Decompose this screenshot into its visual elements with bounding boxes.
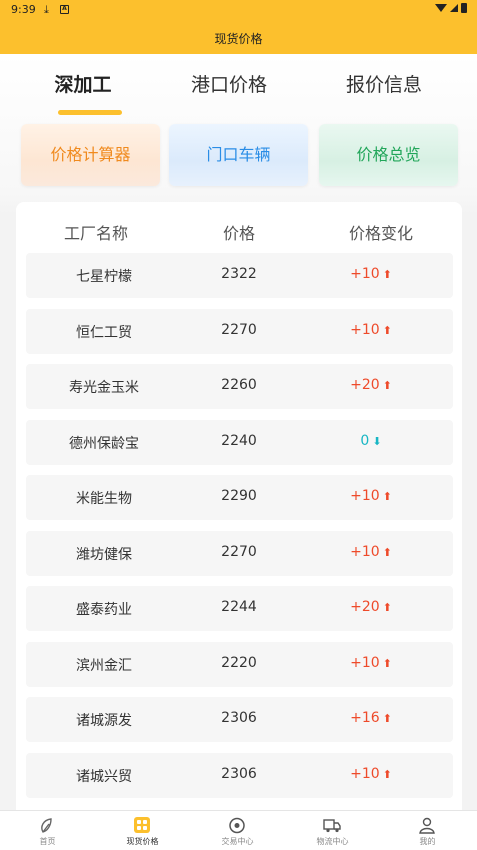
price-change: +10 ⬆ — [316, 266, 426, 282]
price-change: +16 ⬆ — [316, 710, 426, 726]
price-change-value: +16 — [350, 710, 380, 726]
factory-name: 恒仁工贸 — [76, 324, 132, 341]
factory-name: 诸城源发 — [76, 713, 132, 729]
price-change-value: +10 — [350, 488, 380, 504]
price-change: +20 ⬆ — [316, 599, 426, 615]
table-row[interactable]: 七星柠檬 2322 +10 ⬆ — [26, 253, 453, 298]
wifi-icon — [435, 4, 447, 12]
tabbar-label: 交易中心 — [221, 837, 254, 846]
price-value: 2290 — [221, 488, 257, 504]
price-change-value: +10 — [350, 654, 380, 671]
column-header-price: 价格 — [222, 224, 255, 243]
table-row[interactable]: 诸城兴贸 2306 +10 ⬆ — [26, 752, 453, 798]
price-change-value: +20 — [350, 377, 380, 393]
trade-icon — [228, 817, 246, 834]
tabbar-price[interactable]: 现货价格 — [95, 811, 190, 850]
factory-name: 寿光金玉米 — [69, 380, 139, 396]
table-row[interactable]: 诸城源发 2306 +16 ⬆ — [26, 697, 453, 742]
price-change-value: +10 — [350, 266, 380, 282]
price-change-value: +20 — [350, 599, 380, 615]
arrow-up-icon: ⬆ — [382, 379, 392, 392]
arrow-up-icon: ⬆ — [382, 767, 392, 781]
signal-icon — [450, 4, 458, 12]
page-title: 现货价格 — [214, 32, 263, 46]
tabbar-profile[interactable]: 我的 — [380, 811, 475, 850]
table-row[interactable]: 德州保龄宝 2240 0 ⬇ — [26, 419, 453, 465]
arrow-up-icon: ⬆ — [382, 656, 392, 670]
tabbar-label: 物流中心 — [316, 837, 349, 846]
factory-name: 潍坊健保 — [76, 546, 132, 563]
tabbar-label: 现货价格 — [126, 837, 159, 846]
tabbar-label: 首页 — [39, 837, 56, 846]
price-change: +20 ⬆ — [316, 377, 426, 393]
price-icon — [133, 817, 151, 834]
price-value: 2220 — [221, 654, 257, 671]
price-change: +10 ⬆ — [316, 655, 426, 671]
price-change-value: +10 — [350, 765, 380, 782]
factory-name: 七星柠檬 — [76, 269, 132, 285]
tabbar-home[interactable]: 首页 — [0, 811, 95, 850]
factory-name: 米能生物 — [76, 491, 132, 507]
tabbar-trade[interactable]: 交易中心 — [190, 811, 285, 850]
factory-name: 诸城兴贸 — [76, 768, 132, 785]
price-value: 2306 — [221, 765, 257, 782]
table-row[interactable]: 米能生物 2290 +10 ⬆ — [26, 475, 453, 520]
arrow-down-icon: ⬇ — [372, 434, 382, 448]
price-value: 2270 — [221, 321, 257, 338]
table-row[interactable]: 恒仁工贸 2270 +10 ⬆ — [26, 308, 453, 354]
table-row[interactable]: 盛泰药业 2244 +20 ⬆ — [26, 586, 453, 631]
table-row[interactable]: 寿光金玉米 2260 +20 ⬆ — [26, 364, 453, 409]
gate-vehicles-button[interactable]: 门口车辆 — [169, 124, 308, 186]
price-change-value: +10 — [350, 543, 380, 560]
arrow-up-icon: ⬆ — [382, 601, 392, 614]
factory-name: 滨州金汇 — [76, 657, 132, 674]
truck-icon — [323, 817, 341, 834]
status-bar: 9:39 ⤓ A — [0, 0, 477, 20]
factory-name: 盛泰药业 — [76, 602, 132, 618]
arrow-up-icon: ⬆ — [382, 712, 392, 725]
tab-port-price[interactable]: 港口价格 — [180, 70, 278, 97]
tabbar-label: 我的 — [419, 837, 436, 846]
home-icon — [38, 817, 56, 834]
price-value: 2306 — [221, 710, 257, 726]
tabbar-logistics[interactable]: 物流中心 — [285, 811, 380, 850]
active-tab-indicator — [58, 110, 122, 115]
tab-deep-processing[interactable]: 深加工 — [40, 70, 126, 97]
arrow-up-icon: ⬆ — [382, 490, 392, 503]
price-overview-button[interactable]: 价格总览 — [319, 124, 458, 186]
price-change: +10 ⬆ — [316, 488, 426, 504]
price-change: +10 ⬆ — [316, 544, 426, 560]
price-change: +10 ⬆ — [316, 766, 426, 782]
price-value: 2260 — [221, 377, 257, 393]
table-row[interactable]: 滨州金汇 2220 +10 ⬆ — [26, 641, 453, 687]
factory-name: 德州保龄宝 — [69, 435, 139, 452]
price-change: 0 ⬇ — [316, 433, 426, 449]
price-calculator-button[interactable]: 价格计算器 — [21, 124, 160, 186]
price-value: 2270 — [221, 543, 257, 560]
price-value: 2240 — [221, 432, 257, 449]
price-change-value: 0 — [360, 432, 370, 449]
column-header-change: 价格变化 — [348, 224, 413, 243]
table-header: 工厂名称 价格 价格变化 — [0, 220, 477, 244]
bottom-tab-bar: 首页 现货价格 交易中心 物流中心 我的 — [0, 810, 477, 850]
download-icon: ⤓ — [44, 3, 49, 16]
arrow-up-icon: ⬆ — [382, 323, 392, 337]
table-row[interactable]: 潍坊健保 2270 +10 ⬆ — [26, 530, 453, 576]
status-time: 9:39 — [11, 3, 36, 16]
user-icon — [418, 817, 436, 834]
price-change: +10 ⬆ — [316, 322, 426, 338]
price-value: 2322 — [221, 266, 257, 282]
arrow-up-icon: ⬆ — [382, 268, 392, 281]
price-change-value: +10 — [350, 321, 380, 338]
column-header-factory: 工厂名称 — [63, 224, 128, 243]
a-icon: A — [60, 5, 69, 14]
battery-icon — [461, 3, 467, 13]
arrow-up-icon: ⬆ — [382, 545, 392, 559]
price-value: 2244 — [221, 599, 257, 615]
tab-quote-info[interactable]: 报价信息 — [334, 70, 434, 97]
